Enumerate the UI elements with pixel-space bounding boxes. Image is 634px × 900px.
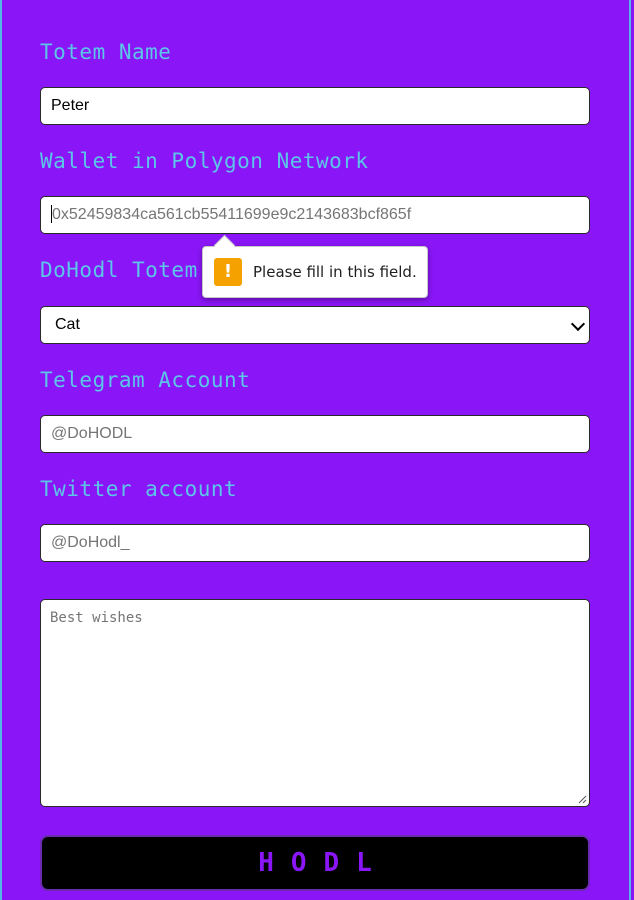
twitter-label: Twitter account: [40, 477, 238, 501]
validation-tooltip: ! Please fill in this field.: [202, 234, 428, 298]
telegram-label: Telegram Account: [40, 368, 251, 392]
message-textarea[interactable]: Best wishes: [40, 599, 590, 807]
validation-message: Please fill in this field.: [253, 263, 417, 281]
twitter-placeholder: @DoHodl_: [51, 534, 130, 551]
totem-name-label: Totem Name: [40, 40, 172, 64]
totem-selected-value: Cat: [55, 316, 80, 333]
telegram-input[interactable]: @DoHODL: [40, 415, 590, 453]
twitter-input[interactable]: @DoHodl_: [40, 524, 590, 562]
totem-name-input[interactable]: Peter: [40, 87, 590, 125]
right-border: [629, 0, 631, 900]
left-border: [0, 0, 2, 900]
resize-grip-icon[interactable]: [577, 794, 587, 804]
totem-name-value: Peter: [51, 97, 90, 114]
wallet-label: Wallet in Polygon Network: [40, 149, 369, 173]
chevron-down-icon: [570, 316, 586, 332]
tooltip-arrow: [213, 234, 236, 257]
hodl-submit-button[interactable]: HODL: [40, 835, 590, 891]
message-placeholder: Best wishes: [50, 610, 143, 626]
wallet-placeholder: 0x52459834ca561cb55411699e9c2143683bcf86…: [52, 206, 412, 223]
telegram-placeholder: @DoHODL: [51, 425, 133, 442]
warning-icon: !: [214, 258, 242, 286]
totem-select[interactable]: Cat: [40, 306, 590, 344]
text-caret: [51, 204, 52, 223]
totem-label: DoHodl Totem: [40, 258, 198, 282]
wallet-input[interactable]: 0x52459834ca561cb55411699e9c2143683bcf86…: [40, 196, 590, 234]
